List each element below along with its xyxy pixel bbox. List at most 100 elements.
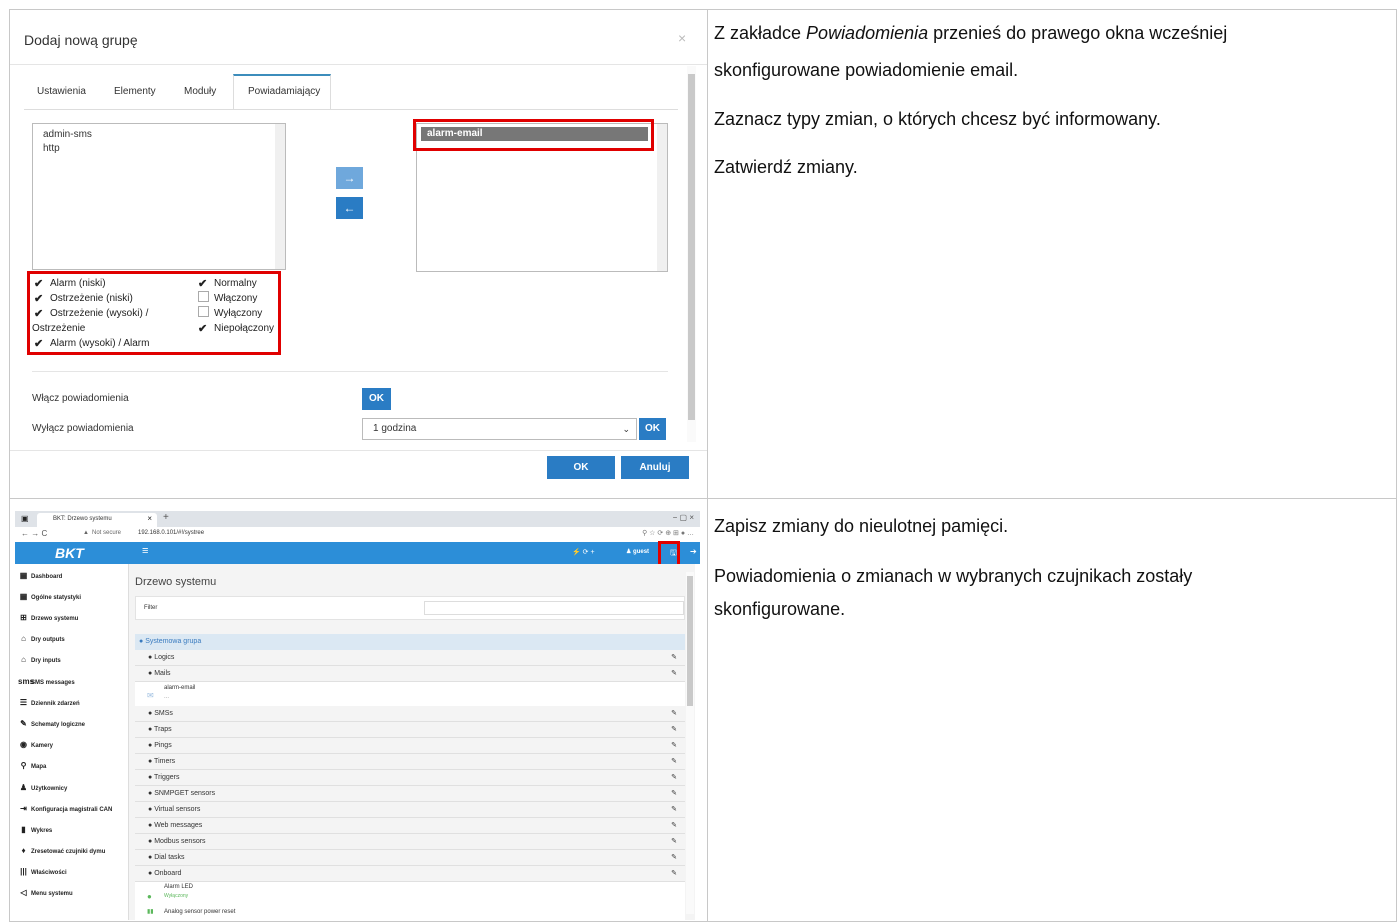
enable-ok-button[interactable]: OK — [362, 388, 391, 410]
filter-label: Filter — [144, 605, 158, 611]
user-menu[interactable]: ♟ guest — [626, 548, 649, 555]
sidebar-item[interactable]: smsSMS messages — [18, 677, 75, 686]
instructions-bottom: Zapisz zmiany do nieulotnej pamięci. Pow… — [707, 498, 1397, 922]
divider — [10, 450, 707, 451]
list-item[interactable]: admin-sms — [33, 128, 285, 142]
tree-row[interactable]: ● Modbus sensors ✎ — [135, 834, 685, 850]
sidebar-icon: ☰ — [19, 698, 28, 707]
window-controls[interactable]: − ▢ × — [673, 513, 694, 522]
tree-row[interactable]: ● Virtual sensors ✎ — [135, 802, 685, 818]
browser-tab[interactable]: BKT: Drzewo systemu × — [37, 513, 157, 527]
edit-icon[interactable]: ✎ — [671, 738, 677, 754]
edit-icon[interactable]: ✎ — [671, 866, 677, 882]
scrollbar[interactable] — [275, 124, 285, 269]
tree-row-label: ● Onboard — [148, 870, 182, 877]
instruction-line: skonfigurowane powiadomienie email. — [714, 60, 1019, 80]
mail-item[interactable]: ✉ alarm-email... — [135, 682, 685, 706]
edit-icon[interactable]: ✎ — [671, 770, 677, 786]
tree-row[interactable]: ● Traps ✎ — [135, 722, 685, 738]
header-action-icons[interactable]: ⚡ ⟳ + — [572, 548, 595, 556]
sidebar-item[interactable]: ▦ Ogólne statystyki — [18, 592, 81, 601]
sidebar-item[interactable]: ⇥ Konfiguracja magistrali CAN — [18, 804, 112, 813]
tree-row[interactable]: ● Logics ✎ — [135, 650, 685, 666]
sidebar-item-label: Właściwości — [31, 870, 67, 876]
sidebar-item[interactable]: ◉ Kamery — [18, 740, 53, 749]
logout-icon[interactable]: ➔ — [690, 547, 697, 556]
sidebar-icon: sms — [18, 677, 35, 686]
tab-modules[interactable]: Moduły — [184, 86, 216, 97]
sidebar-item-label: Wykres — [31, 828, 53, 834]
sidebar-item[interactable]: ✎ Schematy logiczne — [18, 719, 85, 728]
browser-toolbar-icons[interactable]: ⚲ ☆ ⟳ ⊕ ⊞ ● … — [642, 529, 694, 537]
tree-row[interactable]: ● Pings ✎ — [135, 738, 685, 754]
tree-row[interactable]: ● SNMPGET sensors ✎ — [135, 786, 685, 802]
close-icon[interactable]: × — [678, 30, 686, 46]
onboard-item-status: Wyłączony — [164, 893, 189, 899]
list-item[interactable]: http — [33, 142, 285, 156]
close-icon[interactable]: × — [147, 514, 152, 523]
tab-notifiers[interactable]: Powiadamiający — [248, 86, 320, 97]
sidebar-item[interactable]: ⌂ Dry inputs — [18, 655, 61, 664]
sidebar-item[interactable]: ◁ Menu systemu — [18, 888, 72, 897]
tab-elements[interactable]: Elementy — [114, 86, 156, 97]
tree-row-label: ● Virtual sensors — [148, 806, 201, 813]
scrollbar[interactable] — [657, 124, 667, 271]
disable-ok-button[interactable]: OK — [639, 418, 666, 440]
tree-row-label: ● Pings — [148, 742, 172, 749]
sidebar-item[interactable]: ▮ Wykres — [18, 825, 52, 834]
tab-settings[interactable]: Ustawienia — [37, 86, 86, 97]
edit-icon[interactable]: ✎ — [671, 754, 677, 770]
tree-row[interactable]: ● Dial tasks ✎ — [135, 850, 685, 866]
ok-button[interactable]: OK — [547, 456, 615, 479]
sidebar-item[interactable]: ⚲ Mapa — [18, 761, 47, 770]
edit-icon[interactable]: ✎ — [671, 786, 677, 802]
edit-icon[interactable]: ✎ — [671, 722, 677, 738]
sidebar-item[interactable]: ♟ Użytkownicy — [18, 783, 67, 792]
tree-row[interactable]: ● Web messages ✎ — [135, 818, 685, 834]
new-tab-button[interactable]: + — [163, 512, 169, 523]
filter-input[interactable] — [424, 601, 684, 615]
tree-row[interactable]: ● Triggers ✎ — [135, 770, 685, 786]
edit-icon[interactable]: ✎ — [671, 706, 677, 722]
tree-row-text: Triggers — [154, 774, 180, 781]
sidebar-icon: ||| — [20, 867, 27, 876]
onboard-item[interactable]: ● Alarm LED Wyłączony ▮▮ Analog sensor power… — [135, 882, 685, 920]
tree-row-label: ● SNMPGET sensors — [148, 790, 216, 797]
sidebar-item-label: Dashboard — [31, 574, 63, 580]
sidebar-item-label: Użytkownicy — [31, 786, 68, 792]
cancel-button[interactable]: Anuluj — [621, 456, 689, 479]
edit-icon[interactable]: ✎ — [671, 650, 677, 666]
duration-select[interactable]: 1 godzina ⌄ — [362, 418, 637, 440]
sidebar-item[interactable]: ⌂ Dry outputs — [18, 634, 65, 643]
nav-icons[interactable]: ← → C — [21, 529, 47, 538]
modal-scrollbar[interactable] — [687, 66, 696, 442]
sidebar-item[interactable]: ▦ Dashboard — [18, 571, 63, 580]
edit-icon[interactable]: ✎ — [671, 802, 677, 818]
menu-icon[interactable]: ≡ — [142, 545, 148, 557]
tree-row[interactable]: ● Timers ✎ — [135, 754, 685, 770]
group-header[interactable]: ● Systemowa grupa — [135, 634, 685, 650]
main-scrollbar[interactable] — [686, 572, 694, 914]
filter-panel: Filter — [135, 596, 685, 620]
instruction-emphasis: Powiadomienia — [806, 23, 929, 43]
edit-icon[interactable]: ✎ — [671, 666, 677, 682]
url-field[interactable]: 192.168.0.101/#!/systree — [138, 530, 204, 536]
sidebar-item-label: Schematy logiczne — [31, 722, 86, 728]
sidebar-item[interactable]: ☰ Dziennik zdarzeń — [18, 698, 80, 707]
sidebar-item[interactable]: ♦ Zresetować czujniki dymu — [18, 846, 105, 855]
tree-row[interactable]: ● SMSs ✎ — [135, 706, 685, 722]
instruction-paragraph: Zaznacz typy zmian, o których chcesz być… — [714, 109, 1161, 129]
sidebar-item[interactable]: ||| Właściwości — [18, 867, 67, 876]
tree-row-label: ● Mails — [148, 670, 171, 677]
tree-row[interactable]: ● Onboard ✎ — [135, 866, 685, 882]
move-right-button[interactable]: → — [336, 167, 363, 189]
edit-icon[interactable]: ✎ — [671, 850, 677, 866]
tree-row[interactable]: ● Mails ✎ — [135, 666, 685, 682]
sidebar-item[interactable]: ⊞ Drzewo systemu — [18, 613, 78, 622]
available-notifiers-list[interactable]: admin-sms http — [32, 123, 286, 270]
move-left-button[interactable]: ← — [336, 197, 363, 219]
edit-icon[interactable]: ✎ — [671, 818, 677, 834]
sidebar-item-label: Ogólne statystyki — [31, 595, 82, 601]
edit-icon[interactable]: ✎ — [671, 834, 677, 850]
instruction-paragraph: Zapisz zmiany do nieulotnej pamięci. — [714, 516, 1009, 536]
